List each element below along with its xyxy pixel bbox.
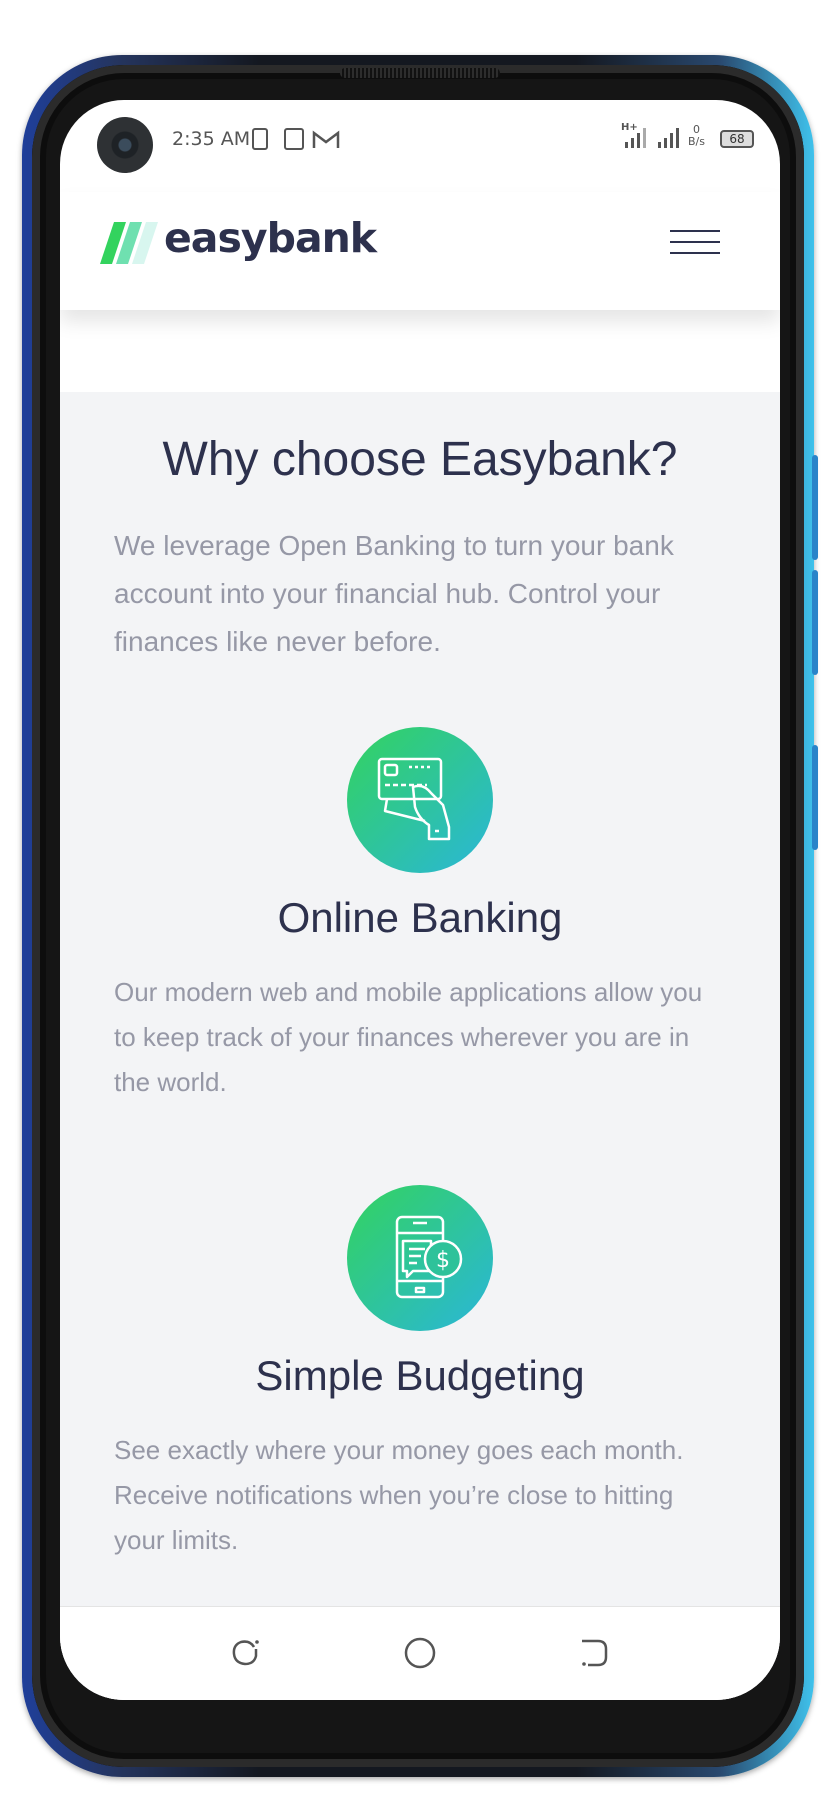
gmail-icon xyxy=(312,130,340,148)
status-time: 2:35 AM xyxy=(172,128,251,150)
easybank-logo-icon xyxy=(100,222,158,264)
feature-description: See exactly where your money goes each m… xyxy=(114,1435,684,1555)
feature-title: Online Banking xyxy=(277,894,563,941)
section-description: We leverage Open Banking to turn your ba… xyxy=(114,530,674,657)
power-button xyxy=(812,745,818,850)
back-icon[interactable] xyxy=(574,1633,614,1673)
signal-1-icon xyxy=(625,126,649,148)
network-speed-unit: B/s xyxy=(688,135,705,148)
why-choose-section: Why choose Easybank? We leverage Open Ba… xyxy=(60,392,780,1700)
network-speed: 0 B/s xyxy=(688,124,705,148)
battery-saver-icon xyxy=(252,128,268,150)
front-camera xyxy=(97,117,153,173)
menu-button[interactable] xyxy=(670,228,720,256)
phone-screen: 2:35 AM H+ 0 B/s 68 easybank Why choose … xyxy=(60,100,780,1700)
online-banking-icon xyxy=(347,727,493,873)
sd-card-icon xyxy=(284,128,304,150)
volume-up-button xyxy=(812,455,818,560)
site-header: easybank xyxy=(60,192,780,310)
feature-description: Our modern web and mobile applications a… xyxy=(114,977,703,1097)
section-title: Why choose Easybank? xyxy=(162,433,678,486)
system-nav-bar xyxy=(60,1606,780,1700)
recent-apps-icon[interactable] xyxy=(226,1633,266,1673)
logo-text: easybank xyxy=(164,214,377,262)
hamburger-icon xyxy=(670,230,720,232)
earpiece-speaker xyxy=(340,68,500,78)
svg-text:$: $ xyxy=(436,1248,450,1273)
feature-title: Simple Budgeting xyxy=(255,1352,585,1399)
signal-2-icon xyxy=(658,126,682,148)
battery-icon: 68 xyxy=(720,130,754,148)
budgeting-icon: $ xyxy=(347,1185,493,1331)
battery-level: 68 xyxy=(729,132,745,146)
volume-down-button xyxy=(812,570,818,675)
home-icon[interactable] xyxy=(400,1633,440,1673)
